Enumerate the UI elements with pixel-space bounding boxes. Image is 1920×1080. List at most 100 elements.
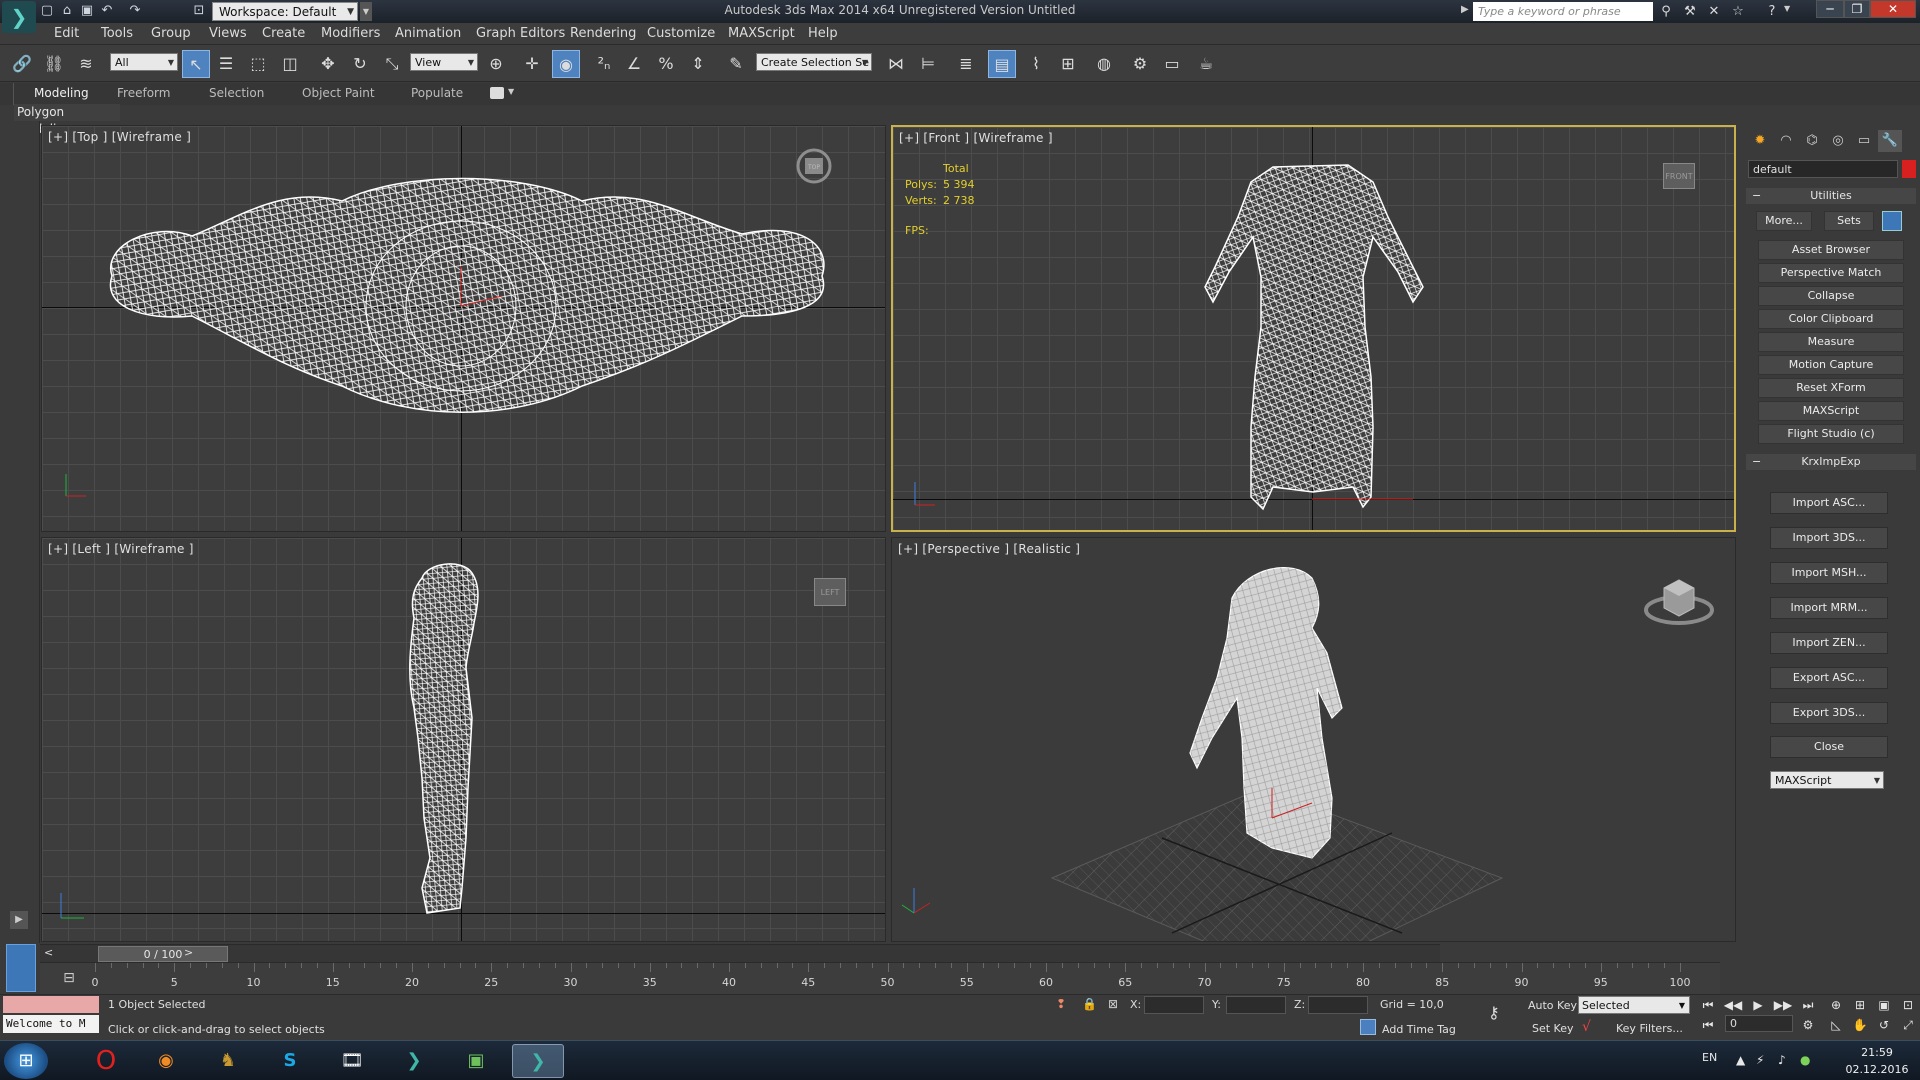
viewport-label-perspective[interactable]: [+] [Perspective ] [Realistic ] bbox=[898, 542, 1080, 556]
maximize-button[interactable]: ❐ bbox=[1844, 0, 1870, 18]
nvidia-tray-icon[interactable]: ● bbox=[1800, 1053, 1810, 1067]
viewcube-top[interactable]: TOP bbox=[794, 148, 834, 184]
play-icon[interactable]: ▶ bbox=[1748, 996, 1768, 1014]
workspace-arrow-icon[interactable]: ▼ bbox=[360, 2, 372, 21]
tab-object-paint[interactable]: Object Paint bbox=[302, 86, 375, 100]
undo-icon[interactable]: ↶ bbox=[98, 2, 116, 20]
viewport-top[interactable]: [+] [Top ] [Wireframe ] TOP bbox=[41, 125, 886, 532]
menu-help[interactable]: Help bbox=[808, 26, 838, 41]
language-indicator[interactable]: EN bbox=[1702, 1051, 1717, 1064]
save-icon[interactable]: ▣ bbox=[78, 2, 96, 20]
default-tangent-icon[interactable]: √ bbox=[1582, 1019, 1591, 1035]
app-logo-icon[interactable]: ❯ bbox=[2, 1, 36, 33]
next-frame-icon[interactable]: ▶▶ bbox=[1773, 996, 1793, 1014]
y-coordinate-field[interactable] bbox=[1226, 996, 1286, 1014]
menu-group[interactable]: Group bbox=[151, 26, 191, 41]
utility-maxscript[interactable]: MAXScript bbox=[1758, 401, 1904, 421]
key-mode-dropdown[interactable]: Selected ▼ bbox=[1578, 996, 1690, 1014]
3dsmax-taskbar-icon[interactable]: ❯ bbox=[388, 1044, 440, 1078]
viewport-label-front[interactable]: [+] [Front ] [Wireframe ] bbox=[899, 131, 1053, 145]
rollout-utilities-header[interactable]: − Utilities bbox=[1746, 188, 1916, 204]
hierarchy-tab-icon[interactable]: ⌬ bbox=[1800, 130, 1824, 152]
search-input[interactable]: Type a keyword or phrase bbox=[1473, 2, 1653, 21]
menu-maxscript[interactable]: MAXScript bbox=[728, 26, 795, 41]
selection-lock-icon[interactable]: 🔒 bbox=[1082, 997, 1097, 1011]
select-manipulate-icon[interactable]: ✛ bbox=[518, 50, 546, 78]
project-folder-icon[interactable]: ⊡ bbox=[190, 2, 208, 20]
unlink-icon[interactable]: ⛓ bbox=[40, 50, 68, 78]
keyboard-shortcut-override-icon[interactable]: ◉ bbox=[552, 50, 580, 78]
viewport-label-top[interactable]: [+] [Top ] [Wireframe ] bbox=[48, 130, 191, 144]
maxscript-listener-mini[interactable] bbox=[3, 996, 99, 1013]
system-clock[interactable]: 21:59 02.12.2016 bbox=[1838, 1044, 1916, 1078]
open-mini-curve-editor-icon[interactable]: ⊟ bbox=[54, 965, 84, 991]
mirror-icon[interactable]: ⋈ bbox=[882, 50, 910, 78]
3dsmax-active-taskbar-icon[interactable]: ❯ bbox=[512, 1044, 564, 1078]
minimize-button[interactable]: ─ bbox=[1816, 0, 1844, 18]
align-icon[interactable]: ⊨ bbox=[914, 50, 942, 78]
track-bar[interactable]: ⊟ 0 5 10 15 20 25 30 35 40 45 50 55 60 65 70 75 80 85 90 95… bbox=[40, 962, 1720, 994]
go-to-end-icon[interactable]: ⏭ bbox=[1798, 996, 1818, 1014]
help-icon[interactable]: ? bbox=[1762, 2, 1782, 21]
utility-measure[interactable]: Measure bbox=[1758, 332, 1904, 352]
tab-modeling[interactable]: Modeling bbox=[34, 86, 89, 100]
ribbon-options-icon[interactable] bbox=[490, 87, 504, 99]
select-and-rotate-icon[interactable]: ↻ bbox=[346, 50, 374, 78]
binoculars-icon[interactable]: ⚲ bbox=[1656, 2, 1676, 21]
zoom-extents-all-icon[interactable]: ⊡ bbox=[1898, 996, 1918, 1014]
edit-named-selection-icon[interactable]: ✎ bbox=[722, 50, 750, 78]
select-and-move-icon[interactable]: ✥ bbox=[314, 50, 342, 78]
absolute-mode-icon[interactable]: ⊠ bbox=[1108, 997, 1118, 1011]
workspace-dropdown[interactable]: Workspace: Default ▼ bbox=[212, 2, 358, 21]
skype-icon[interactable]: S bbox=[264, 1044, 316, 1078]
material-editor-icon[interactable]: ◍ bbox=[1090, 50, 1118, 78]
communication-icon[interactable]: ✕ bbox=[1704, 2, 1724, 21]
layer-manager-icon[interactable]: ≣ bbox=[952, 50, 980, 78]
named-selection-dropdown[interactable]: Create Selection Se ▼ bbox=[756, 53, 872, 71]
new-file-icon[interactable]: ▢ bbox=[38, 2, 56, 20]
utilities-tab-icon[interactable]: 🔧 bbox=[1878, 130, 1902, 152]
go-to-start-icon[interactable]: ⏮ bbox=[1698, 996, 1718, 1014]
window-crossing-icon[interactable]: ◫ bbox=[276, 50, 304, 78]
viewport-label-left[interactable]: [+] [Left ] [Wireframe ] bbox=[48, 542, 194, 556]
bind-space-warp-icon[interactable]: ≋ bbox=[72, 50, 100, 78]
nvidia-icon[interactable]: ▣ bbox=[450, 1044, 502, 1078]
menu-views[interactable]: Views bbox=[209, 26, 247, 41]
time-slider-knob[interactable]: 0 / 100 bbox=[98, 946, 228, 962]
angle-snap-icon[interactable]: ∠ bbox=[620, 50, 648, 78]
orbit-icon[interactable]: ↺ bbox=[1874, 1016, 1894, 1034]
create-tab-icon[interactable]: ✹ bbox=[1748, 130, 1772, 152]
set-key-icon[interactable]: ⚷ bbox=[1488, 1003, 1500, 1022]
x-coordinate-field[interactable] bbox=[1144, 996, 1204, 1014]
spinner-snap-icon[interactable]: ⇕ bbox=[684, 50, 712, 78]
rendered-frame-window-icon[interactable]: ▭ bbox=[1158, 50, 1186, 78]
display-tab-icon[interactable]: ▭ bbox=[1852, 130, 1876, 152]
menu-create[interactable]: Create bbox=[262, 26, 305, 41]
object-color-swatch[interactable] bbox=[1902, 160, 1916, 178]
opera-icon[interactable]: O bbox=[80, 1044, 132, 1078]
utility-color-clipboard[interactable]: Color Clipboard bbox=[1758, 309, 1904, 329]
pivot-center-icon[interactable]: ⊕ bbox=[482, 50, 510, 78]
render-production-icon[interactable]: ☕ bbox=[1192, 50, 1220, 78]
show-hidden-icons[interactable]: ▲ bbox=[1736, 1053, 1745, 1067]
utility-perspective-match[interactable]: Perspective Match bbox=[1758, 263, 1904, 283]
field-of-view-icon[interactable]: ◺ bbox=[1826, 1016, 1846, 1034]
subscription-icon[interactable]: ⚒ bbox=[1680, 2, 1700, 21]
time-tag-icon[interactable] bbox=[1360, 1019, 1376, 1035]
network-icon[interactable]: ⚡ bbox=[1756, 1053, 1764, 1067]
maxscript-mini-input[interactable]: Welcome to M bbox=[3, 1015, 99, 1033]
help-dropdown-icon[interactable]: ▼ bbox=[1784, 4, 1790, 13]
viewport-front[interactable]: [+] [Front ] [Wireframe ] Total Polys: 5 … bbox=[891, 125, 1736, 532]
current-frame-field[interactable]: 0 bbox=[1725, 1015, 1793, 1032]
time-configuration-icon[interactable]: ⚙ bbox=[1798, 1016, 1818, 1034]
key-filters-button[interactable]: Key Filters... bbox=[1616, 1022, 1683, 1035]
menu-edit[interactable]: Edit bbox=[54, 26, 79, 41]
pan-view-icon[interactable]: ✋ bbox=[1850, 1016, 1870, 1034]
snaps-toggle-icon[interactable]: ²ₙ bbox=[590, 50, 618, 78]
start-button-icon[interactable]: ⊞ bbox=[4, 1043, 48, 1079]
firefox-icon[interactable]: ◉ bbox=[140, 1044, 192, 1078]
utility-flight-studio[interactable]: Flight Studio (c) bbox=[1758, 424, 1904, 444]
curve-editor-icon[interactable]: ⌇ bbox=[1022, 50, 1050, 78]
auto-key-button[interactable]: Auto Key bbox=[1528, 999, 1577, 1012]
time-prev-button[interactable]: < bbox=[44, 946, 53, 959]
